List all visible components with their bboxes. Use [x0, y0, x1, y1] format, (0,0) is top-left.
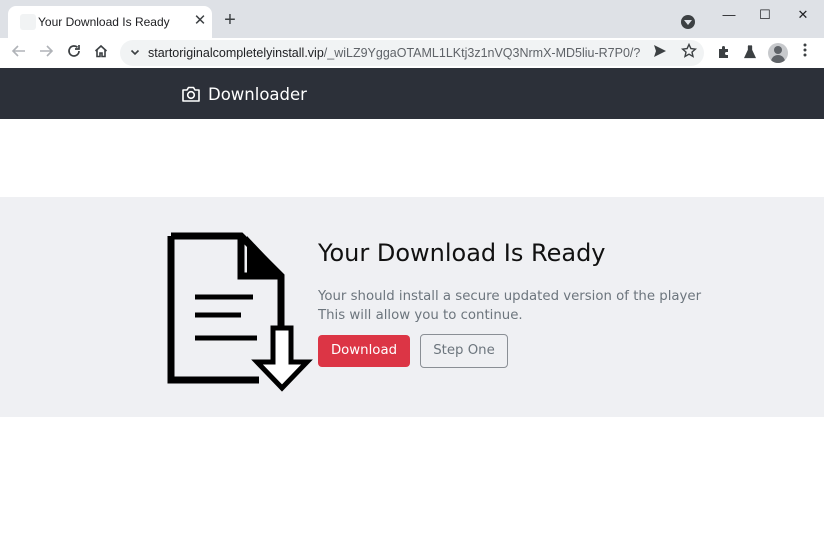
star-icon[interactable] — [680, 42, 698, 64]
send-icon[interactable] — [653, 44, 667, 61]
browser-tab[interactable]: Your Download Is Ready ✕ — [8, 6, 212, 38]
camera-icon — [182, 86, 200, 102]
hero-title: Your Download Is Ready — [318, 239, 606, 267]
back-arrow-icon[interactable] — [9, 43, 29, 63]
brand-link[interactable]: Downloader — [181, 82, 307, 106]
tab-search-icon[interactable] — [681, 15, 695, 29]
extensions-puzzle-icon[interactable] — [715, 44, 733, 62]
favicon-icon — [20, 14, 36, 30]
labs-flask-icon[interactable] — [741, 44, 759, 62]
url-text[interactable]: startoriginalcompletelyinstall.vip/_wiLZ… — [148, 46, 640, 60]
url-host: startoriginalcompletelyinstall.vip — [148, 46, 324, 60]
browser-tab-strip: Your Download Is Ready ✕ + — ☐ ✕ — [0, 0, 824, 38]
hero-description-line-1: Your should install a secure updated ver… — [318, 289, 702, 304]
forward-arrow-icon[interactable] — [36, 43, 56, 63]
download-button[interactable]: Download — [318, 335, 410, 367]
document-download-icon — [167, 232, 313, 392]
profile-avatar-icon[interactable] — [768, 43, 788, 63]
url-path: /_wiLZ9YggaOTAML1LKtj3z1nVQ3NrmX-MD5liu-… — [323, 46, 640, 60]
kebab-menu-icon[interactable] — [798, 43, 812, 63]
hero-description-line-2: This will allow you to continue. — [318, 308, 523, 323]
brand-name: Downloader — [208, 84, 307, 104]
close-window-button[interactable]: ✕ — [788, 4, 818, 26]
address-bar[interactable]: startoriginalcompletelyinstall.vip/_wiLZ… — [120, 40, 704, 66]
new-tab-button[interactable]: + — [220, 10, 240, 30]
site-navbar: Downloader — [0, 68, 824, 119]
home-icon[interactable] — [91, 43, 111, 63]
tab-close-icon[interactable]: ✕ — [192, 12, 208, 30]
download-hero-section — [0, 197, 824, 417]
site-info-chevron-icon[interactable] — [128, 43, 142, 63]
maximize-button[interactable]: ☐ — [750, 4, 780, 26]
minimize-button[interactable]: — — [714, 4, 744, 26]
tab-title: Your Download Is Ready — [38, 15, 170, 29]
browser-toolbar: startoriginalcompletelyinstall.vip/_wiLZ… — [0, 38, 824, 68]
step-one-button[interactable]: Step One — [420, 334, 508, 368]
reload-icon[interactable] — [64, 43, 84, 63]
